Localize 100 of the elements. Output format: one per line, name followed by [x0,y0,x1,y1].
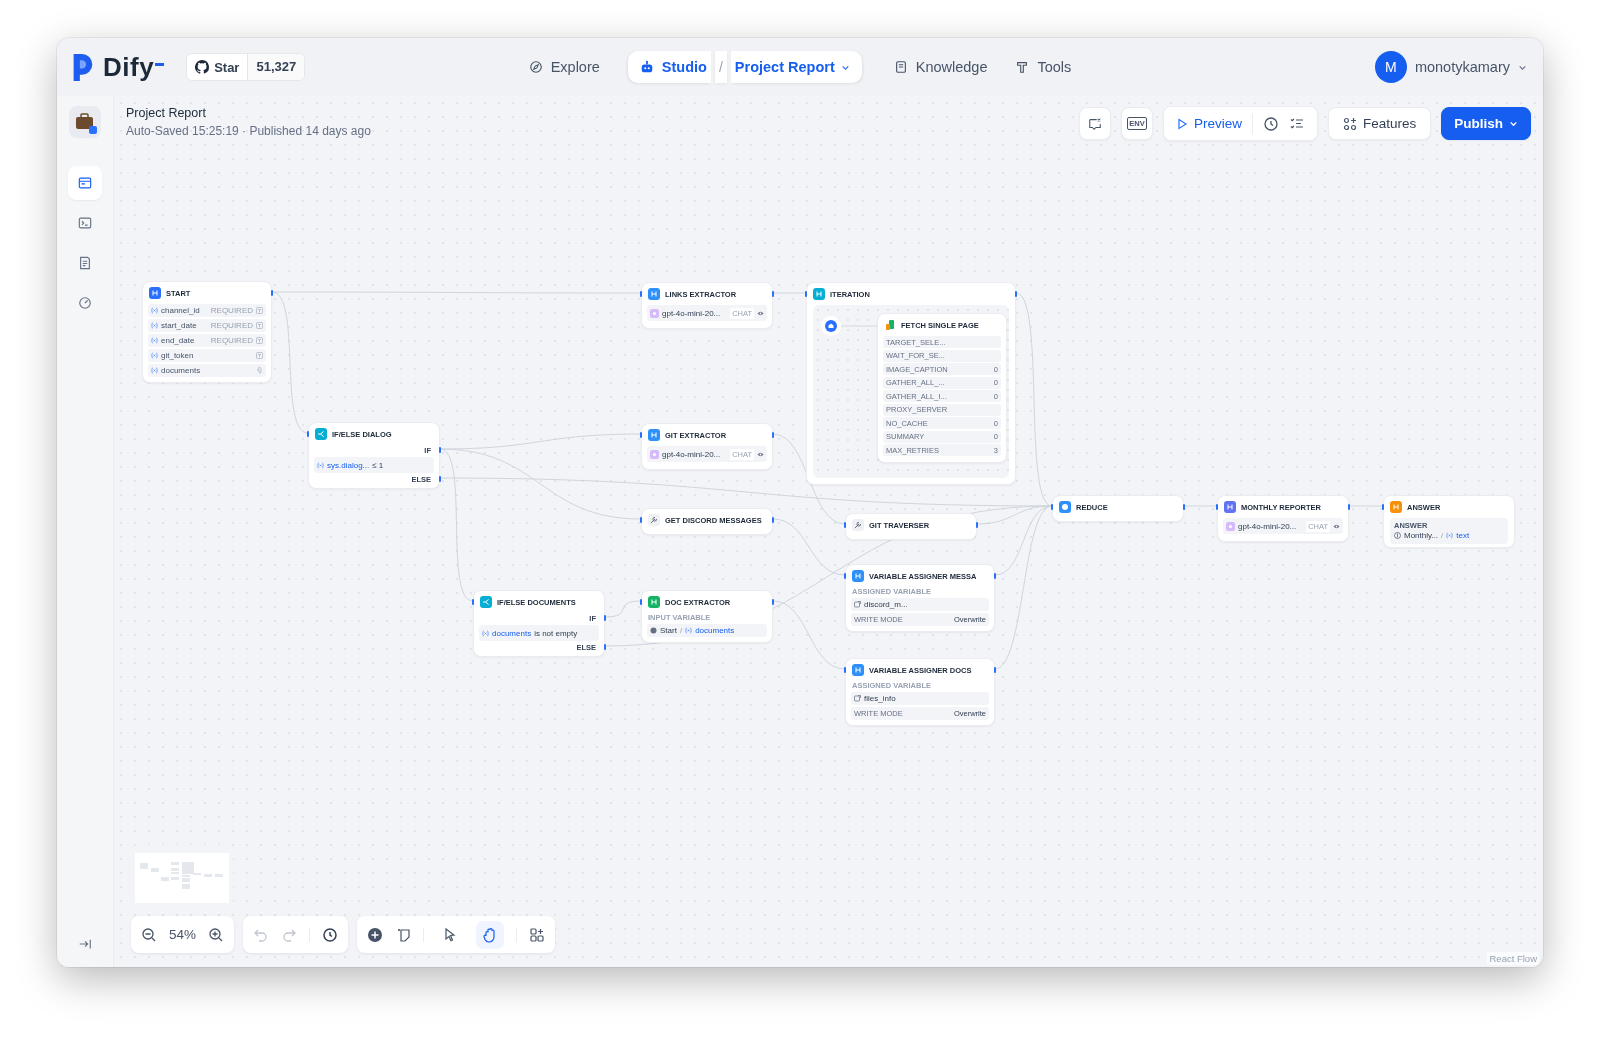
features-button[interactable]: Features [1327,107,1432,140]
input-variable-row: documents [148,364,266,377]
gauge-icon [78,296,92,310]
text-type-icon [256,337,263,344]
compass-icon [528,60,543,74]
connection-handle[interactable] [640,599,642,605]
connection-handle[interactable] [772,432,774,438]
connection-handle[interactable] [772,291,774,297]
user-menu[interactable]: M monotykamary [1374,51,1527,83]
zoom-out-icon[interactable] [141,926,157,943]
add-node-icon[interactable] [367,926,384,943]
connection-handle[interactable] [1183,504,1185,510]
sidebar-item[interactable] [68,166,102,200]
text-type-icon [256,322,263,329]
chat-variable-icon [1087,116,1102,131]
connection-handle[interactable] [976,522,978,528]
node-type-icon [480,596,492,608]
github-star-button[interactable]: Star 51,327 [186,53,306,81]
book-icon [893,60,908,74]
connection-handle[interactable] [844,667,846,673]
connection-handle[interactable] [994,573,996,579]
connection-handle[interactable] [604,615,606,621]
user-name: monotykamary [1414,59,1510,75]
variable-icon [151,337,158,344]
connection-handle[interactable] [472,599,474,605]
variable-icon [151,352,158,359]
nav-tab[interactable]: Knowledge [881,51,1000,83]
connection-handle[interactable] [640,517,642,523]
variable-inspect-button[interactable] [1078,107,1111,140]
publish-button[interactable]: Publish [1441,107,1531,140]
connection-handle[interactable] [640,291,642,297]
path-separator: / [1441,531,1444,540]
variable-name: text [1456,531,1470,540]
model-icon [650,449,659,459]
github-icon [195,60,210,74]
app-icon[interactable] [69,106,101,138]
input-variable-row: git_token [148,349,266,362]
logo-text: Dify [103,51,155,83]
save-status: Auto-Saved 15:25:19 · Published 14 days ago [126,124,371,138]
input-variable-row: channel_id REQUIRED [148,304,266,317]
paperclip-icon [256,367,263,374]
connection-handle[interactable] [307,431,309,437]
user-avatar: M [1374,51,1407,83]
node-type-icon [648,596,660,608]
zoom-in-icon[interactable] [208,926,225,943]
connection-handle[interactable] [844,522,846,528]
node-type-icon [1224,501,1236,513]
node-type-icon [648,514,660,526]
breadcrumb-separator: / [714,51,727,83]
connection-handle[interactable] [805,291,807,297]
connection-handle[interactable] [271,290,273,296]
connection-handle[interactable] [439,476,441,482]
variable-reference: Start / documents [647,624,767,637]
variable-icon [854,695,861,702]
hand-tool-button[interactable] [476,920,505,949]
hammer-icon [1015,60,1030,74]
connection-handle[interactable] [772,517,774,523]
connection-handle[interactable] [640,432,642,438]
node-type-icon [813,288,825,300]
terminal-icon [78,216,92,230]
history-icon[interactable] [322,926,339,943]
nav-tab[interactable]: Tools [1003,51,1084,83]
eye-icon [1333,522,1340,530]
robot-icon [639,60,654,74]
text-type-icon [256,307,263,314]
node-type-icon [852,570,864,582]
connection-handle[interactable] [1015,291,1017,297]
expand-sidebar-icon[interactable] [78,937,92,951]
history-icon[interactable] [1262,115,1279,132]
page-icon [884,319,896,331]
app-switcher[interactable]: Project Report [730,51,862,83]
node-type-icon [648,288,660,300]
variable-reference: files_info [851,692,989,705]
connection-handle[interactable] [1382,504,1384,510]
connection-handle[interactable] [844,573,846,579]
node-ref-icon [650,627,657,634]
window-icon [78,176,92,190]
preview-button[interactable]: Preview [1163,113,1253,134]
input-variable-row: end_date REQUIRED [148,334,266,347]
eye-icon [757,450,764,458]
node-type-icon [1059,501,1071,513]
zoom-level[interactable]: 54% [169,927,197,942]
node-type-icon [149,287,161,299]
nav-tab[interactable]: Explore [516,51,612,83]
connection-handle[interactable] [772,599,774,605]
connection-handle[interactable] [1216,504,1218,510]
connection-handle[interactable] [604,644,606,650]
connection-handle[interactable] [1051,504,1053,510]
variable-icon [482,629,489,637]
node-type-icon [852,664,864,676]
connection-handle[interactable] [439,447,441,453]
connection-handle[interactable] [1348,504,1350,510]
add-note-icon[interactable] [395,926,412,943]
variable-icon [151,322,158,329]
connection-handle[interactable] [994,667,996,673]
cursor-mark [155,62,165,66]
organize-icon[interactable] [529,926,546,943]
studio-tab[interactable]: Studio [627,51,711,83]
condition-row: sys.dialog... ≤ 1 [314,457,434,473]
iteration-start-icon [821,316,841,336]
